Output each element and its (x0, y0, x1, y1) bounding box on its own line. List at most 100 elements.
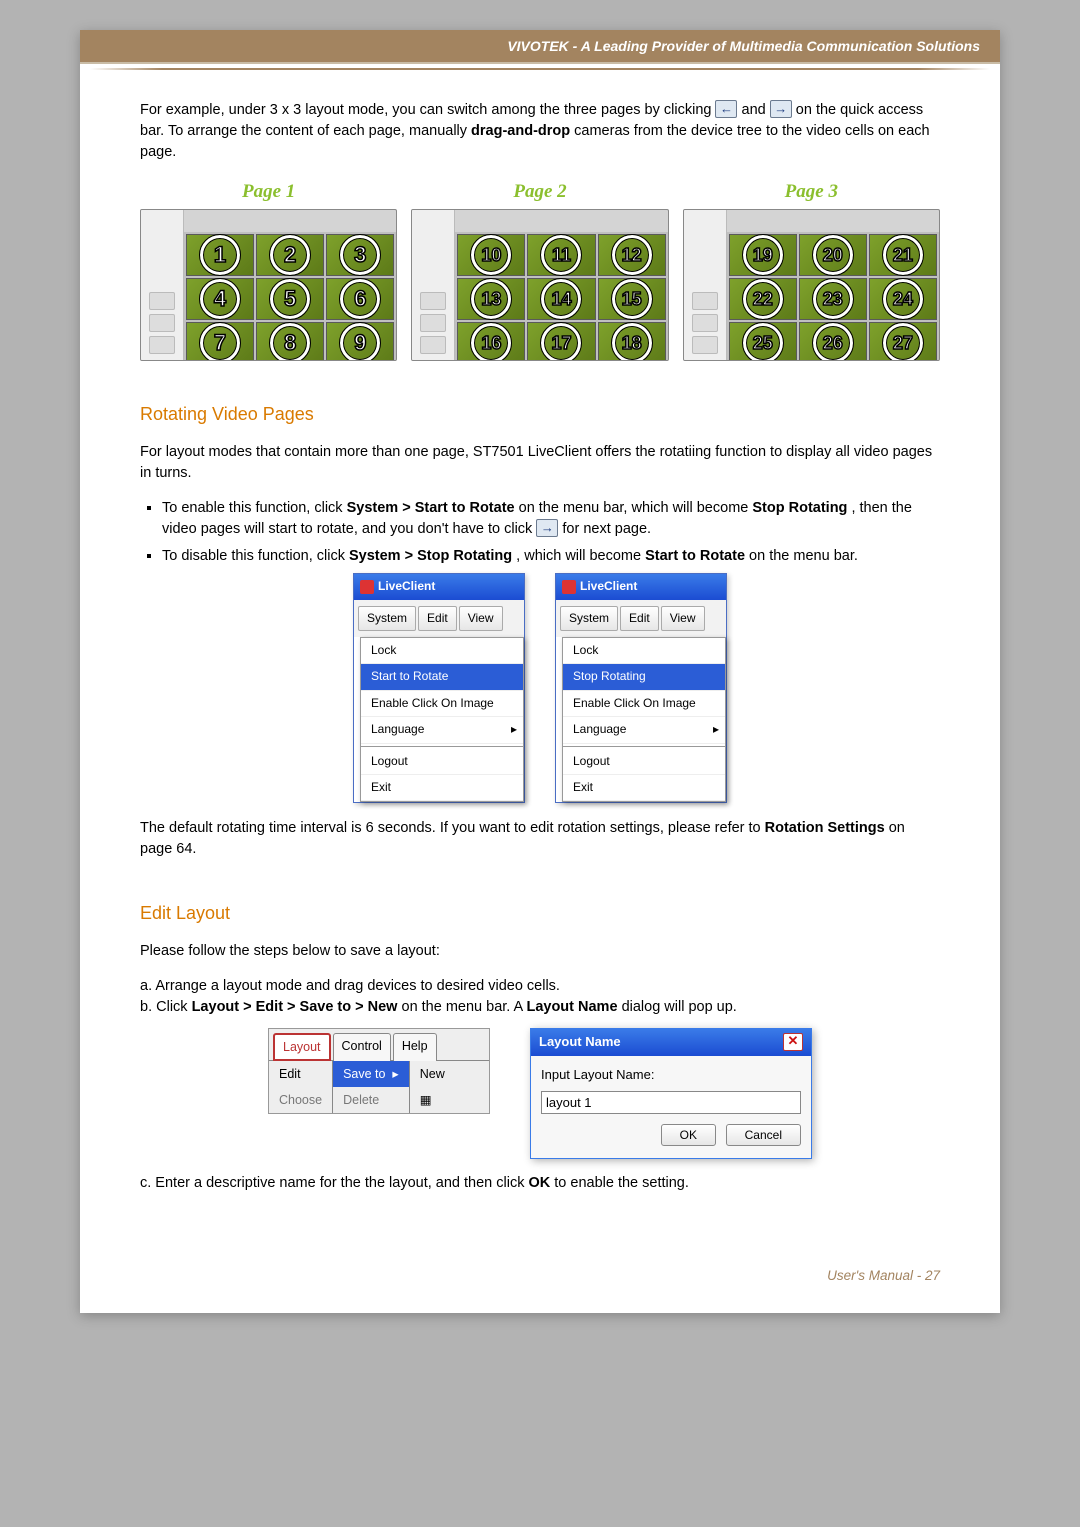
menu-item[interactable]: Language (563, 717, 725, 743)
layout-row: Layout Control Help Edit Choose Save to … (140, 1028, 940, 1159)
text-bold: Layout > Edit > Save to > New (192, 999, 398, 1015)
video-cell[interactable]: 18 (598, 322, 666, 361)
video-cell[interactable]: 12 (598, 234, 666, 276)
video-cell[interactable]: 10 (457, 234, 525, 276)
sidebar-icon (692, 314, 718, 332)
cell-number: 18 (612, 323, 652, 361)
tab-layout[interactable]: Layout (273, 1033, 331, 1061)
video-cell[interactable]: 17 (527, 322, 595, 361)
menu-item[interactable]: Enable Click On Image (361, 691, 523, 717)
video-cell[interactable]: 26 (799, 322, 867, 361)
video-cell[interactable]: 1 (186, 234, 254, 276)
menu-item[interactable]: Exit (361, 775, 523, 801)
menu-separator (563, 746, 725, 747)
page-footer: User's Manual - 27 (80, 1268, 1000, 1313)
app-screenshot: 10 11 12 13 1415 16 17 18 (411, 209, 668, 361)
menu-item-edit[interactable]: Edit (269, 1061, 332, 1087)
video-cell[interactable]: 3 (326, 234, 394, 276)
cell-number: 13 (471, 279, 511, 319)
cell-number: 7 (200, 323, 240, 361)
sidebar-icon (420, 292, 446, 310)
menu-item[interactable]: Start to Rotate (361, 664, 523, 690)
menu-edit[interactable]: Edit (620, 606, 659, 631)
app-logo-icon (360, 580, 374, 594)
window-titlebar: LiveClient (556, 574, 726, 599)
cell-number: 27 (883, 323, 923, 361)
left-arrow-icon[interactable]: ← (715, 100, 737, 118)
video-cell[interactable]: 21 (869, 234, 937, 276)
text: dialog will pop up. (622, 999, 737, 1015)
menu-item-new[interactable]: New (410, 1061, 455, 1087)
menu-system[interactable]: System (358, 606, 416, 631)
video-cell[interactable]: 22 (729, 278, 797, 320)
text: b. Click (140, 999, 192, 1015)
video-cell[interactable]: 9 (326, 322, 394, 361)
cell-number: 4 (200, 279, 240, 319)
page-column: Page 1123456789 (140, 178, 397, 362)
tab-control[interactable]: Control (333, 1033, 391, 1061)
menu-system[interactable]: System (560, 606, 618, 631)
menu-screenshot: LiveClientSystemEditViewLockStart to Rot… (353, 573, 525, 803)
video-cell[interactable]: 7 (186, 322, 254, 361)
layout-menu-screenshot: Layout Control Help Edit Choose Save to … (268, 1028, 490, 1114)
close-icon[interactable]: ✕ (783, 1033, 803, 1051)
menu-item[interactable]: Lock (361, 638, 523, 664)
app-screenshot: 123 456 789 (140, 209, 397, 361)
header-divider (90, 68, 990, 70)
text: For example, under 3 x 3 layout mode, yo… (140, 102, 715, 118)
cell-number: 8 (270, 323, 310, 361)
layout-icon: ▦ (410, 1087, 455, 1113)
cell-number: 11 (541, 235, 581, 275)
dropdown-menu: LockStop RotatingEnable Click On ImageLa… (562, 637, 726, 802)
step-b: b. Click Layout > Edit > Save to > New o… (140, 997, 940, 1018)
menu-view[interactable]: View (459, 606, 503, 631)
video-cell[interactable]: 2 (256, 234, 324, 276)
tab-help[interactable]: Help (393, 1033, 437, 1061)
video-cell[interactable]: 5 (256, 278, 324, 320)
video-cell[interactable]: 8 (256, 322, 324, 361)
video-cell[interactable]: 19 (729, 234, 797, 276)
video-cell[interactable]: 23 (799, 278, 867, 320)
video-cell[interactable]: 24 (869, 278, 937, 320)
submenu-col-3: New ▦ (410, 1061, 455, 1113)
rotating-outro: The default rotating time interval is 6 … (140, 818, 940, 860)
cell-number: 6 (340, 279, 380, 319)
video-cell[interactable]: 27 (869, 322, 937, 361)
video-cell[interactable]: 25 (729, 322, 797, 361)
menu-item[interactable]: Lock (563, 638, 725, 664)
text: To disable this function, click (162, 548, 349, 564)
text-bold: drag-and-drop (471, 123, 570, 139)
menu-item-saveto[interactable]: Save to ▸ (333, 1061, 409, 1087)
right-arrow-icon[interactable]: → (536, 519, 558, 537)
video-cell[interactable]: 4 (186, 278, 254, 320)
menu-item[interactable]: Language (361, 717, 523, 743)
cancel-button[interactable]: Cancel (726, 1124, 801, 1146)
menu-item[interactable]: Exit (563, 775, 725, 801)
menu-item[interactable]: Stop Rotating (563, 664, 725, 690)
menu-item[interactable]: Enable Click On Image (563, 691, 725, 717)
menu-item[interactable]: Logout (361, 749, 523, 775)
right-arrow-icon[interactable]: → (770, 100, 792, 118)
app-sidebar (684, 210, 727, 360)
list-item: To disable this function, click System >… (162, 546, 940, 567)
cell-number: 17 (541, 323, 581, 361)
video-cell[interactable]: 20 (799, 234, 867, 276)
menu-item-choose: Choose (269, 1087, 332, 1113)
layout-name-input[interactable] (541, 1091, 801, 1114)
video-cell[interactable]: 6 (326, 278, 394, 320)
cell-number: 19 (743, 235, 783, 275)
cell-number: 25 (743, 323, 783, 361)
video-cell[interactable]: 13 (457, 278, 525, 320)
menu-item[interactable]: Logout (563, 749, 725, 775)
cell-number: 22 (743, 279, 783, 319)
document-page: VIVOTEK - A Leading Provider of Multimed… (80, 30, 1000, 1313)
video-cell[interactable]: 11 (527, 234, 595, 276)
video-cell[interactable]: 15 (598, 278, 666, 320)
video-cell[interactable]: 16 (457, 322, 525, 361)
edit-intro: Please follow the steps below to save a … (140, 941, 940, 962)
menu-view[interactable]: View (661, 606, 705, 631)
video-cell[interactable]: 14 (527, 278, 595, 320)
text: on the menu bar, which will become (519, 500, 753, 516)
ok-button[interactable]: OK (661, 1124, 716, 1146)
menu-edit[interactable]: Edit (418, 606, 457, 631)
